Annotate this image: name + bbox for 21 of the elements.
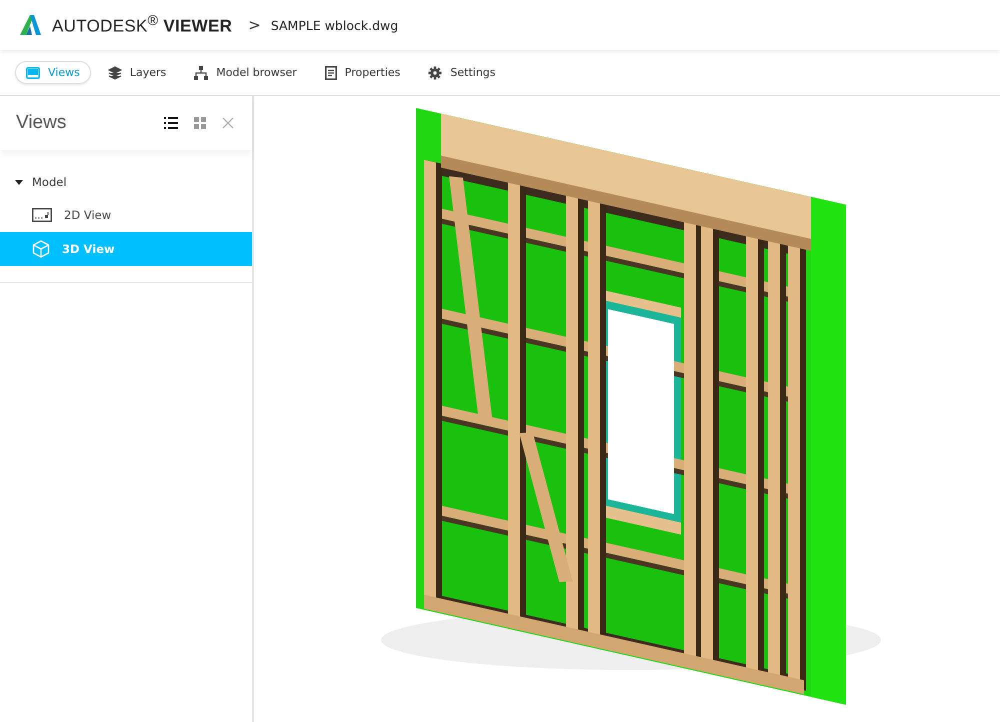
tree-node[interactable]: Model <box>0 166 252 198</box>
tab[interactable]: Model browser <box>183 61 308 84</box>
breadcrumb-separator: > <box>248 16 261 34</box>
grid-view-button[interactable] <box>192 115 208 131</box>
layers-icon <box>108 66 122 80</box>
close-button[interactable] <box>220 115 236 131</box>
panel-title: Views <box>16 112 66 134</box>
tree-item[interactable]: 2D View <box>0 198 252 232</box>
monitor-icon <box>26 66 40 78</box>
settings-icon <box>428 66 442 80</box>
sheet-icon <box>32 208 52 222</box>
hierarchy-icon <box>194 66 208 80</box>
tab[interactable]: Settings <box>417 61 507 84</box>
autodesk-logo-icon <box>18 13 42 37</box>
file-name: SAMPLE wblock.dwg <box>270 18 398 32</box>
brand-name: AUTODESK$^{®}$ VIEWER <box>52 13 232 37</box>
cube-icon <box>32 240 50 258</box>
tab[interactable]: Properties <box>314 61 412 84</box>
list-view-button[interactable] <box>162 115 180 131</box>
tab[interactable]: Layers <box>96 61 178 84</box>
document-icon <box>324 66 337 80</box>
